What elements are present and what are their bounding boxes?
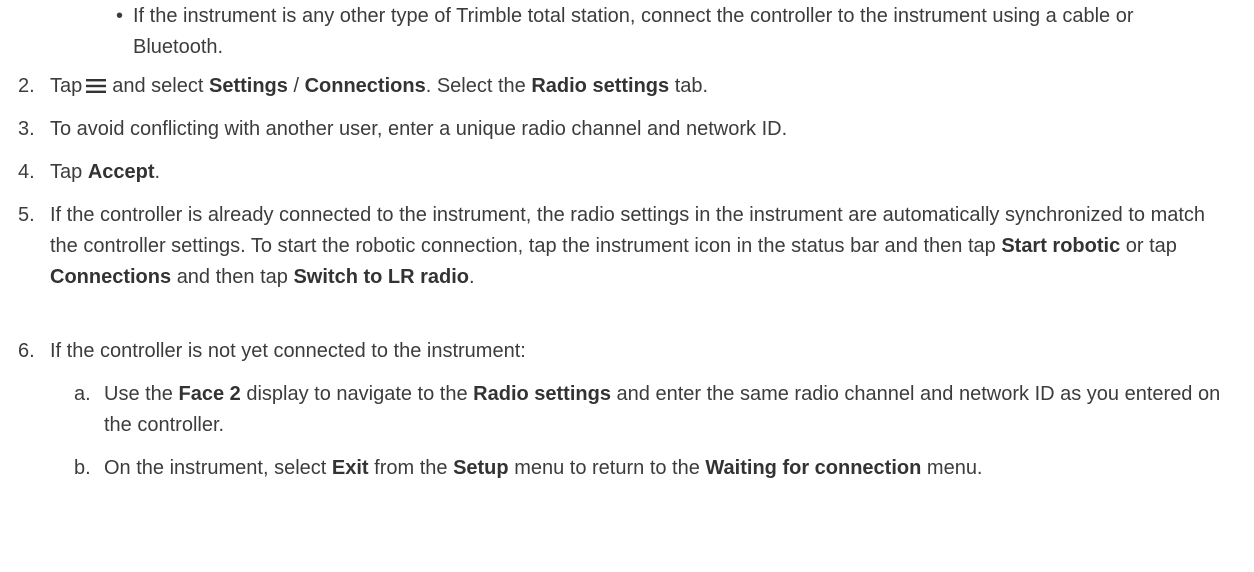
- substep-text: On the instrument, select Exit from the …: [104, 453, 1224, 484]
- bullet-text: If the instrument is any other type of T…: [133, 5, 1134, 58]
- ui-term: Connections: [50, 266, 172, 288]
- substep-letter: a.: [74, 383, 91, 405]
- step-text-part: Tap: [50, 75, 83, 97]
- ui-term: Exit: [331, 457, 369, 479]
- ui-term: Accept: [87, 161, 155, 183]
- document-body: • If the instrument is any other type of…: [0, 0, 1254, 572]
- ui-term: Start robotic: [1001, 235, 1121, 257]
- step-text-part: .: [154, 161, 161, 183]
- step-text-part: On the instrument, select: [104, 457, 327, 479]
- ui-term: Radio settings: [473, 383, 611, 405]
- step-text-part: Tap: [50, 161, 83, 183]
- step-text-part: . Select the: [425, 75, 526, 97]
- step-text-part: menu to return to the: [514, 457, 700, 479]
- list-item-substep-b: b. On the instrument, select Exit from t…: [0, 453, 1224, 515]
- step-text-part: or tap: [1125, 235, 1177, 257]
- list-item-step-4: 4. Tap Accept.: [0, 157, 1224, 188]
- step-text-part: and then tap: [176, 266, 288, 288]
- ui-term: Settings: [208, 75, 288, 97]
- ui-term: Waiting for connection: [705, 457, 922, 479]
- step-text: If the controller is already connected t…: [50, 200, 1224, 293]
- step-text-part: .: [469, 266, 475, 288]
- step-text-part: tab.: [674, 75, 709, 97]
- substep-text: Use the Face 2 display to navigate to th…: [104, 379, 1224, 441]
- ui-term: Setup: [453, 457, 509, 479]
- step-text: Tap Accept.: [50, 157, 1224, 188]
- ui-term: Radio settings: [531, 75, 670, 97]
- list-item-step-2: 2. Tap and select Settings / Connections.…: [0, 71, 1224, 102]
- step-text-part: Use the: [104, 383, 173, 405]
- ui-term: Face 2: [178, 383, 241, 405]
- ui-term: Switch to LR radio: [293, 266, 470, 288]
- bullet-marker: •: [116, 5, 124, 27]
- step-text: Tap and select Settings / Connections. Se…: [50, 71, 1224, 102]
- list-item-substep-a: a. Use the Face 2 display to navigate to…: [0, 379, 1224, 441]
- step-number: 4.: [18, 161, 35, 183]
- list-item-step-3: 3. To avoid conflicting with another use…: [0, 114, 1224, 145]
- step-text: If the controller is not yet connected t…: [50, 340, 526, 362]
- bullet-item: • If the instrument is any other type of…: [0, 1, 1224, 63]
- step-text-part: and select: [112, 75, 204, 97]
- step-number: 2.: [18, 75, 35, 97]
- step-number: 5.: [18, 204, 35, 226]
- step-text: To avoid conflicting with another user, …: [50, 118, 788, 140]
- substep-letter: b.: [74, 457, 91, 479]
- list-item-step-6: 6. If the controller is not yet connecte…: [0, 336, 1224, 367]
- step-number: 3.: [18, 118, 35, 140]
- step-text-part: /: [293, 75, 300, 97]
- menu-icon: [86, 79, 107, 93]
- step-text-part: display to navigate to the: [246, 383, 468, 405]
- step-text-part: from the: [374, 457, 448, 479]
- list-item-step-5: 5. If the controller is already connecte…: [0, 200, 1224, 324]
- step-number: 6.: [18, 340, 35, 362]
- ui-term: Connections: [304, 75, 426, 97]
- step-text-part: menu.: [926, 457, 983, 479]
